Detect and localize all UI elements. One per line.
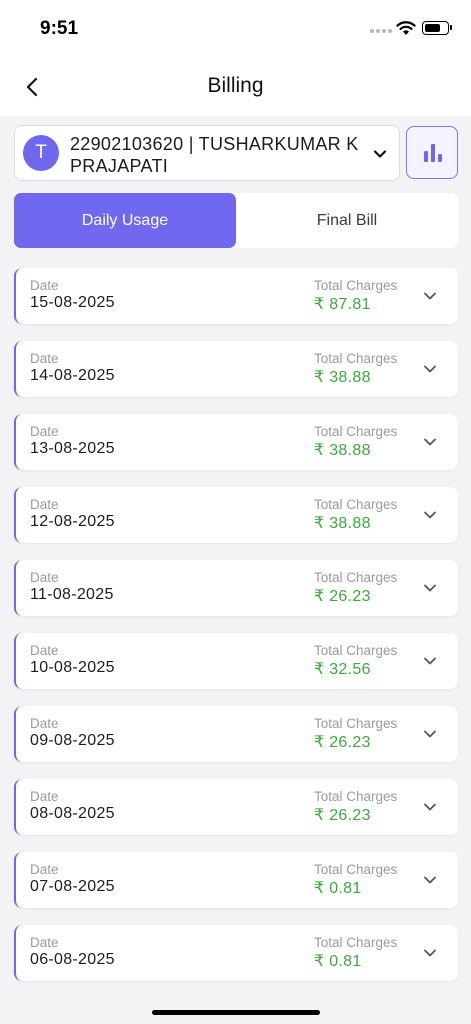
charges-value: ₹ 0.81 xyxy=(314,880,362,897)
page-title: Billing xyxy=(207,74,264,97)
chevron-down-icon[interactable] xyxy=(423,508,437,522)
usage-row[interactable]: Date 13-08-2025 Total Charges ₹ 38.88 xyxy=(14,414,458,470)
wifi-icon xyxy=(396,21,416,35)
tab-final-bill[interactable]: Final Bill xyxy=(236,193,458,248)
charges-value: ₹ 26.23 xyxy=(314,588,371,605)
chart-button[interactable] xyxy=(406,126,458,179)
date-caption: Date xyxy=(30,278,59,293)
date-value: 06-08-2025 xyxy=(30,951,115,968)
charges-value: ₹ 32.56 xyxy=(314,661,371,678)
date-caption: Date xyxy=(30,789,59,804)
status-bar: 9:51 xyxy=(0,0,471,54)
charges-caption: Total Charges xyxy=(314,789,398,804)
date-caption: Date xyxy=(30,643,59,658)
date-caption: Date xyxy=(30,424,59,439)
date-caption: Date xyxy=(30,716,59,731)
home-indicator[interactable] xyxy=(152,1010,320,1015)
chevron-down-icon[interactable] xyxy=(423,800,437,814)
bar-chart-icon xyxy=(424,144,442,162)
charges-value: ₹ 38.88 xyxy=(314,442,371,459)
usage-row[interactable]: Date 10-08-2025 Total Charges ₹ 32.56 xyxy=(14,633,458,689)
signal-icon xyxy=(370,29,392,33)
usage-row[interactable]: Date 12-08-2025 Total Charges ₹ 38.88 xyxy=(14,487,458,543)
usage-row[interactable]: Date 11-08-2025 Total Charges ₹ 26.23 xyxy=(14,560,458,616)
chevron-down-icon[interactable] xyxy=(423,873,437,887)
charges-value: ₹ 38.88 xyxy=(314,515,371,532)
chevron-down-icon xyxy=(373,150,387,158)
date-value: 15-08-2025 xyxy=(30,294,115,311)
charges-value: ₹ 26.23 xyxy=(314,734,371,751)
chevron-down-icon[interactable] xyxy=(423,581,437,595)
chevron-down-icon[interactable] xyxy=(423,289,437,303)
account-label: 22902103620 | TUSHARKUMAR K PRAJAPATI xyxy=(70,134,359,176)
date-caption: Date xyxy=(30,570,59,585)
date-caption: Date xyxy=(30,862,59,877)
date-caption: Date xyxy=(30,935,59,950)
date-value: 13-08-2025 xyxy=(30,440,115,457)
account-selector[interactable]: T 22902103620 | TUSHARKUMAR K PRAJAPATI xyxy=(14,125,400,181)
charges-caption: Total Charges xyxy=(314,278,398,293)
usage-row[interactable]: Date 07-08-2025 Total Charges ₹ 0.81 xyxy=(14,852,458,908)
status-time: 9:51 xyxy=(40,18,79,39)
date-caption: Date xyxy=(30,351,59,366)
tab-daily-usage[interactable]: Daily Usage xyxy=(14,193,236,248)
charges-caption: Total Charges xyxy=(314,497,398,512)
charges-caption: Total Charges xyxy=(314,643,398,658)
date-caption: Date xyxy=(30,497,59,512)
battery-icon xyxy=(422,21,452,35)
chevron-down-icon[interactable] xyxy=(423,727,437,741)
date-value: 12-08-2025 xyxy=(30,513,115,530)
tab-bar: Daily Usage Final Bill xyxy=(14,193,458,248)
usage-row[interactable]: Date 08-08-2025 Total Charges ₹ 26.23 xyxy=(14,779,458,835)
avatar: T xyxy=(23,135,59,171)
date-value: 14-08-2025 xyxy=(30,367,115,384)
chevron-down-icon[interactable] xyxy=(423,946,437,960)
chevron-down-icon[interactable] xyxy=(423,435,437,449)
charges-caption: Total Charges xyxy=(314,424,398,439)
usage-list: Date 15-08-2025 Total Charges ₹ 87.81 Da… xyxy=(14,268,458,998)
usage-row[interactable]: Date 09-08-2025 Total Charges ₹ 26.23 xyxy=(14,706,458,762)
date-value: 08-08-2025 xyxy=(30,805,115,822)
charges-value: ₹ 87.81 xyxy=(314,296,371,313)
date-value: 10-08-2025 xyxy=(30,659,115,676)
charges-value: ₹ 38.88 xyxy=(314,369,371,386)
usage-row[interactable]: Date 14-08-2025 Total Charges ₹ 38.88 xyxy=(14,341,458,397)
charges-value: ₹ 26.23 xyxy=(314,807,371,824)
date-value: 11-08-2025 xyxy=(30,586,114,603)
charges-caption: Total Charges xyxy=(314,935,398,950)
charges-caption: Total Charges xyxy=(314,862,398,877)
chevron-down-icon[interactable] xyxy=(423,654,437,668)
charges-value: ₹ 0.81 xyxy=(314,953,362,970)
charges-caption: Total Charges xyxy=(314,570,398,585)
chevron-down-icon[interactable] xyxy=(423,362,437,376)
usage-row[interactable]: Date 15-08-2025 Total Charges ₹ 87.81 xyxy=(14,268,458,324)
date-value: 09-08-2025 xyxy=(30,732,115,749)
usage-row[interactable]: Date 06-08-2025 Total Charges ₹ 0.81 xyxy=(14,925,458,981)
charges-caption: Total Charges xyxy=(314,351,398,366)
charges-caption: Total Charges xyxy=(314,716,398,731)
date-value: 07-08-2025 xyxy=(30,878,115,895)
